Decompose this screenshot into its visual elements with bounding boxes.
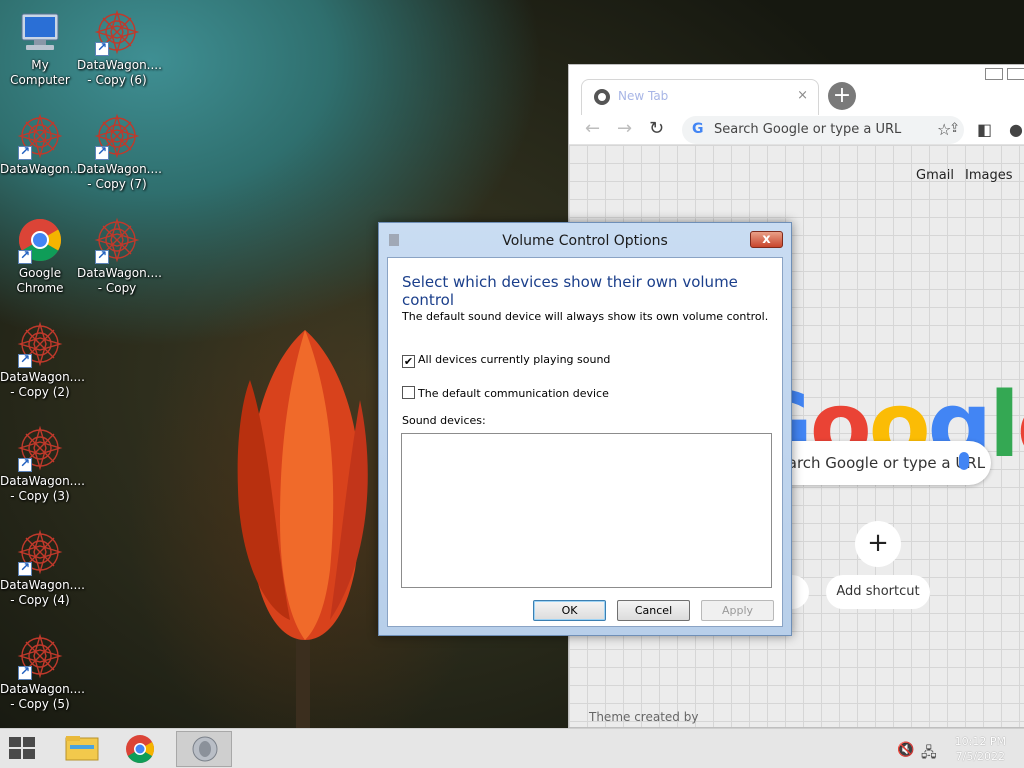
back-icon[interactable]: ← [585, 118, 600, 139]
images-link[interactable]: Images [965, 168, 1013, 183]
dialog-title: Volume Control Options [502, 233, 668, 249]
reload-icon[interactable]: ↻ [649, 118, 664, 139]
desktop-icon-datawagon-copy-5[interactable]: DataWagon.... - Copy (5) [0, 632, 85, 712]
clock-time: 10:12 PM [954, 735, 1006, 748]
taskbar: 🔇 🖧 10:12 PM 7/5/2022 [0, 728, 1024, 768]
shortcut-arrow-icon [95, 144, 109, 160]
shortcut-arrow-icon [18, 248, 32, 264]
add-shortcut-button[interactable]: Add shortcut [826, 575, 930, 609]
sound-devices-label: Sound devices: [402, 414, 486, 427]
sound-devices-list[interactable] [401, 433, 772, 588]
taskbar-chrome[interactable] [112, 731, 168, 767]
dialog-description: The default sound device will always sho… [402, 310, 769, 323]
start-button[interactable] [9, 737, 37, 761]
google-g-icon: G [692, 121, 704, 137]
tulip-wallpaper-image [237, 330, 368, 728]
dialog-close-button[interactable]: x [750, 231, 783, 248]
clock-date: 7/5/2022 [955, 750, 1006, 763]
browser-toolbar: ← → ↻ G Search Google or type a URL ⇪ ☆ … [569, 115, 1024, 145]
desktop-icon-datawagon-copy-7[interactable]: DataWagon.... - Copy (7) [77, 112, 162, 192]
computer-icon [21, 13, 59, 50]
chrome-tab-icon [594, 89, 610, 105]
system-clock[interactable]: 10:12 PM 7/5/2022 [955, 734, 1006, 764]
bookmark-star-icon[interactable]: ☆ [937, 120, 951, 139]
gmail-link[interactable]: Gmail [916, 168, 954, 183]
desktop-icon-google-chrome[interactable]: Google Chrome [0, 216, 80, 296]
file-explorer-icon [65, 736, 99, 761]
shortcut-arrow-icon [18, 352, 32, 368]
tab-title: New Tab [618, 89, 669, 103]
desktop-icon-my-computer[interactable]: My Computer [0, 8, 80, 88]
option-all-devices-playing[interactable]: ✔ All devices currently playing sound [402, 353, 610, 368]
tab-new-tab[interactable]: New Tab × [581, 79, 819, 115]
desktop-icon-datawagon[interactable]: DataWagon.... [0, 112, 85, 177]
theme-credit[interactable]: Theme created by [589, 710, 698, 724]
side-panel-icon[interactable]: ◧ [977, 120, 992, 139]
desktop-icon-datawagon-copy-4[interactable]: DataWagon.... - Copy (4) [0, 528, 85, 608]
browser-titlebar: New Tab × + [569, 65, 1024, 115]
profile-icon[interactable]: ● [1009, 120, 1023, 139]
desktop-icon-datawagon-copy-6[interactable]: DataWagon.... - Copy (6) [77, 8, 162, 88]
checkbox-checked[interactable]: ✔ [402, 355, 415, 368]
forward-icon[interactable]: → [617, 118, 632, 139]
option-label: The default communication device [418, 387, 609, 400]
checkbox-unchecked[interactable] [402, 386, 415, 399]
dialog-heading: Select which devices show their own volu… [402, 273, 738, 309]
shortcut-arrow-icon [18, 144, 32, 160]
speaker-icon [192, 736, 218, 762]
dialog-body: Select which devices show their own volu… [387, 257, 783, 627]
desktop-icon-datawagon-copy-2[interactable]: DataWagon.... - Copy (2) [0, 320, 85, 400]
shortcut-arrow-icon [18, 560, 32, 576]
shortcut-arrow-icon [95, 40, 109, 56]
shortcut-arrow-icon [18, 456, 32, 472]
search-box-placeholder: Search Google or type a URL [769, 454, 986, 472]
new-tab-button[interactable]: + [828, 82, 856, 110]
address-bar-placeholder: Search Google or type a URL [714, 122, 902, 137]
address-bar[interactable]: G Search Google or type a URL ⇪ [682, 116, 964, 144]
minimize-button[interactable] [985, 68, 1003, 80]
network-icon[interactable]: 🖧 [921, 742, 937, 766]
microphone-icon[interactable] [959, 452, 969, 470]
ok-button[interactable]: OK [533, 600, 606, 621]
volume-muted-icon[interactable]: 🔇 [897, 742, 914, 758]
dialog-titlebar[interactable]: Volume Control Options x [379, 223, 791, 257]
desktop-icon-datawagon-copy[interactable]: DataWagon.... - Copy [77, 216, 162, 296]
apply-button[interactable]: Apply [701, 600, 774, 621]
shortcut-arrow-icon [95, 248, 109, 264]
volume-control-options-dialog: Volume Control Options x Select which de… [378, 222, 792, 636]
desktop-icon-datawagon-copy-3[interactable]: DataWagon.... - Copy (3) [0, 424, 85, 504]
taskbar-volume-control[interactable] [176, 731, 232, 767]
cancel-button[interactable]: Cancel [617, 600, 690, 621]
tab-close-icon[interactable]: × [797, 88, 808, 103]
add-shortcut-icon[interactable]: + [855, 521, 901, 567]
shortcut-arrow-icon [18, 664, 32, 680]
maximize-button[interactable] [1007, 68, 1024, 80]
option-default-communication-device[interactable]: The default communication device [402, 386, 609, 400]
taskbar-file-explorer[interactable] [54, 731, 110, 767]
chrome-icon [126, 735, 154, 763]
option-label: All devices currently playing sound [418, 353, 611, 366]
